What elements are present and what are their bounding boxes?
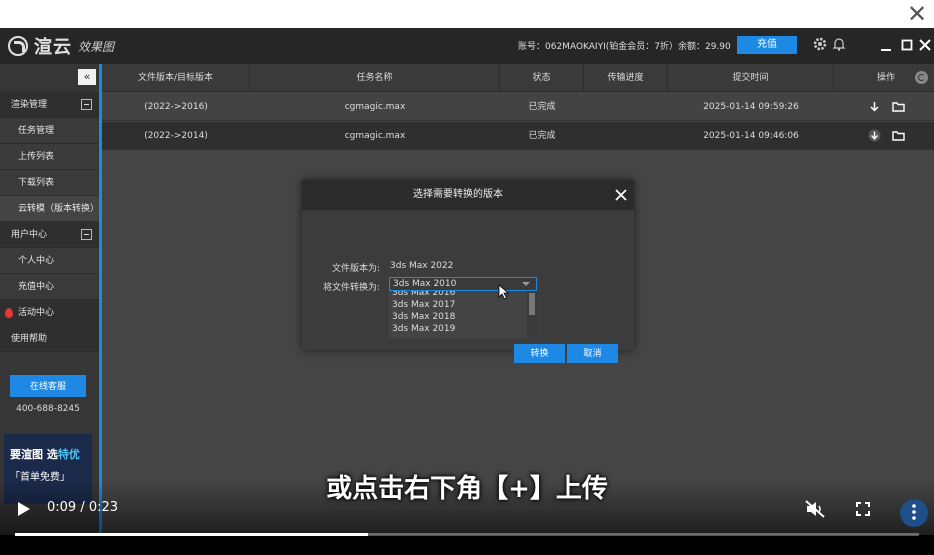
sidebar-group-render[interactable]: 渲染管理 xyxy=(0,92,99,118)
mouse-cursor-icon xyxy=(498,284,510,300)
cell-version: (2022->2016) xyxy=(144,102,208,112)
online-service-button[interactable]: 在线客服 xyxy=(10,375,86,397)
video-subtitle: 或点击右下角【+】上传 xyxy=(326,474,608,504)
selected-version: 3ds Max 2010 xyxy=(393,279,457,289)
sidebar-group-label: 使用帮助 xyxy=(11,334,48,344)
brand-subtitle: 效果图 xyxy=(78,39,115,54)
table-row[interactable]: (2022->2014) cgmagic.max 已完成 2025-01-14 … xyxy=(102,122,934,150)
cell-name: cgmagic.max xyxy=(344,131,406,141)
collapse-toggle-icon[interactable] xyxy=(81,229,92,240)
sidebar-group-help[interactable]: 使用帮助 xyxy=(0,326,99,352)
play-icon[interactable] xyxy=(18,502,30,516)
file-version-label: 文件版本为: xyxy=(331,264,380,274)
fire-icon xyxy=(5,308,13,318)
sidebar-item-profile[interactable]: 个人中心 xyxy=(0,248,99,274)
account-info: 账号：062MAOKAIYI(铂金会员：7折）余额：29.90 xyxy=(518,42,731,52)
column-header: 提交时间 xyxy=(668,64,834,92)
column-header: 任务名称 xyxy=(250,64,500,92)
dialog-title: 选择需要转换的版本 xyxy=(413,189,503,200)
fullscreen-icon[interactable] xyxy=(855,501,871,517)
version-options-list: 3ds Max 2016 3ds Max 2017 3ds Max 2018 3… xyxy=(389,291,537,338)
version-select[interactable]: 3ds Max 2010 xyxy=(389,277,537,291)
phone-number: 400-688-8245 xyxy=(16,404,80,414)
cell-status: 已完成 xyxy=(528,102,556,112)
refresh-icon[interactable] xyxy=(915,71,928,84)
cell-time: 2025-01-14 09:46:06 xyxy=(703,131,799,141)
cell-progress xyxy=(584,122,668,150)
dialog-header: 选择需要转换的版本 xyxy=(302,180,634,210)
sidebar-item-recharge[interactable]: 充值中心 xyxy=(0,274,99,300)
download-icon[interactable] xyxy=(868,100,881,113)
cell-version: (2022->2014) xyxy=(144,131,208,141)
scrollbar-thumb[interactable] xyxy=(529,293,535,315)
cell-time: 2025-01-14 09:59:26 xyxy=(703,102,799,112)
video-progress-fill xyxy=(15,533,368,536)
close-icon[interactable]: ✕ xyxy=(904,2,930,26)
logo-icon xyxy=(8,36,28,56)
collapse-toggle-icon[interactable] xyxy=(81,99,92,110)
maximize-icon[interactable] xyxy=(900,38,914,52)
mute-icon[interactable] xyxy=(805,500,825,518)
bell-icon[interactable] xyxy=(831,36,847,52)
app-header: 渲云 效果图 账号：062MAOKAIYI(铂金会员：7折）余额：29.90 充… xyxy=(0,28,934,64)
sidebar-group-user[interactable]: 用户中心 xyxy=(0,222,99,248)
table-header: 文件版本/目标版本 任务名称 状态 传输进度 提交时间 操作 xyxy=(102,64,934,92)
cancel-button[interactable]: 取消 xyxy=(567,344,618,363)
folder-icon[interactable] xyxy=(892,100,905,113)
top-strip xyxy=(0,0,934,28)
sidebar-item-label: 上传列表 xyxy=(18,152,55,162)
column-header: 状态 xyxy=(500,64,584,92)
sidebar: « 渲染管理 任务管理 上传列表 下载列表 云转模（版本转换） 用户中心 个人中… xyxy=(0,64,100,535)
promo-headline: 要渲图 选特优 xyxy=(10,446,80,462)
sidebar-item-tasks[interactable]: 任务管理 xyxy=(0,118,99,144)
sidebar-group-label: 用户中心 xyxy=(11,230,48,240)
column-header: 传输进度 xyxy=(584,64,668,92)
minimize-icon[interactable] xyxy=(879,38,893,52)
download-icon[interactable] xyxy=(868,129,881,142)
version-option[interactable]: 3ds Max 2018 xyxy=(392,311,455,323)
sidebar-item-label: 任务管理 xyxy=(18,126,55,136)
sidebar-item-version-convert[interactable]: 云转模（版本转换） xyxy=(0,196,99,222)
sidebar-group-label: 活动中心 xyxy=(18,308,55,318)
video-time: 0:09 / 0:23 xyxy=(47,500,119,515)
cell-progress xyxy=(584,93,668,121)
file-version-value: 3ds Max 2022 xyxy=(390,261,454,271)
more-options-icon[interactable] xyxy=(912,503,916,521)
cell-name: cgmagic.max xyxy=(344,102,406,112)
sidebar-item-downloads[interactable]: 下载列表 xyxy=(0,170,99,196)
convert-to-label: 将文件转换为: xyxy=(322,283,380,293)
sidebar-group-events[interactable]: 活动中心 xyxy=(0,300,99,326)
sidebar-item-label: 个人中心 xyxy=(18,256,55,266)
sidebar-group-label: 渲染管理 xyxy=(11,100,48,110)
recharge-button[interactable]: 充值 xyxy=(737,36,797,54)
folder-icon[interactable] xyxy=(892,129,905,142)
video-frame: ✕ 渲云 效果图 账号：062MAOKAIYI(铂金会员：7折）余额：29.90… xyxy=(0,0,934,555)
window-close-icon[interactable] xyxy=(918,38,932,52)
chevron-down-icon[interactable] xyxy=(522,282,530,286)
convert-button[interactable]: 转换 xyxy=(514,344,565,363)
dialog-close-icon[interactable] xyxy=(614,188,628,202)
brand-name: 渲云 xyxy=(34,37,72,58)
promo-headline-b: 特优 xyxy=(57,448,80,461)
version-option[interactable]: 3ds Max 2019 xyxy=(392,323,455,335)
sidebar-item-label: 下载列表 xyxy=(18,178,55,188)
version-option[interactable]: 3ds Max 2016 xyxy=(392,291,455,299)
sidebar-item-label: 云转模（版本转换） xyxy=(18,204,100,214)
sidebar-item-label: 充值中心 xyxy=(18,282,55,292)
sidebar-item-uploads[interactable]: 上传列表 xyxy=(0,144,99,170)
column-header: 文件版本/目标版本 xyxy=(102,64,250,92)
gear-icon[interactable] xyxy=(812,36,828,52)
table-row[interactable]: (2022->2016) cgmagic.max 已完成 2025-01-14 … xyxy=(102,93,934,121)
collapse-sidebar-button[interactable]: « xyxy=(78,69,96,85)
version-option[interactable]: 3ds Max 2017 xyxy=(392,299,455,311)
cell-status: 已完成 xyxy=(528,131,556,141)
logo: 渲云 效果图 xyxy=(8,34,114,58)
promo-headline-a: 要渲图 选 xyxy=(10,448,58,461)
